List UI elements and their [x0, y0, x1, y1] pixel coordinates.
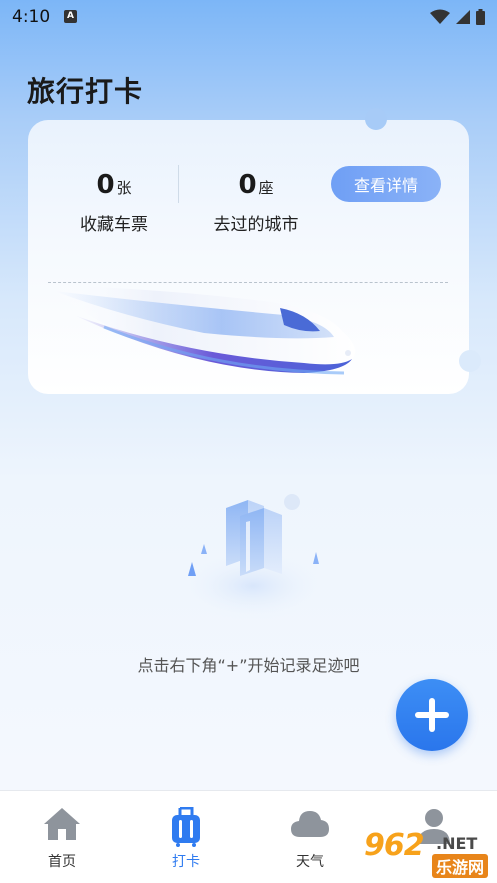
watermark-suffix: .NET: [436, 834, 478, 853]
cities-unit: 座: [258, 179, 274, 197]
nav-label-checkin: 打卡: [172, 854, 200, 870]
tickets-label: 收藏车票: [80, 215, 148, 235]
tickets-unit: 张: [116, 179, 132, 197]
nav-item-weather[interactable]: 天气: [248, 791, 372, 883]
site-watermark: 962 .NET 乐游网: [358, 826, 497, 883]
watermark-site: 乐游网: [432, 854, 489, 878]
page-title: 旅行打卡: [27, 75, 144, 108]
cities-label: 去过的城市: [213, 215, 299, 235]
nav-item-checkin[interactable]: 打卡: [124, 791, 248, 883]
status-bar: 4:10 A: [0, 0, 497, 34]
watermark-number: 962: [364, 828, 425, 863]
tickets-count: 0张: [66, 170, 162, 200]
wifi-icon: [430, 9, 450, 24]
stat-divider: [178, 165, 179, 203]
tickets-stat[interactable]: 0张 收藏车票: [66, 170, 162, 235]
cities-count: 0座: [206, 170, 306, 200]
card-notch: [365, 108, 387, 130]
status-time: 4:10: [12, 7, 51, 27]
luggage-icon: [172, 807, 200, 847]
nav-label-weather: 天气: [296, 854, 324, 870]
nav-item-home[interactable]: 首页: [0, 791, 124, 883]
stats-card: 0张 收藏车票 0座 去过的城市 查看详情: [28, 108, 481, 394]
add-record-button[interactable]: [396, 679, 468, 751]
plus-icon: [415, 698, 449, 732]
signal-icon: [456, 10, 470, 24]
card-notch: [459, 350, 481, 372]
cities-stat[interactable]: 0座 去过的城市: [206, 170, 306, 235]
view-details-button[interactable]: 查看详情: [331, 166, 441, 202]
cities-value: 0: [238, 170, 257, 200]
cloud-icon: [291, 811, 329, 837]
train-illustration: [48, 285, 356, 375]
status-icons: [430, 8, 485, 26]
empty-state-illustration: [181, 494, 325, 620]
battery-icon: [476, 9, 485, 25]
nav-label-home: 首页: [48, 854, 76, 870]
tickets-value: 0: [96, 170, 115, 200]
empty-state-text: 点击右下角“+”开始记录足迹吧: [137, 656, 360, 675]
home-icon: [44, 808, 80, 840]
a-notification-icon: A: [64, 10, 77, 23]
